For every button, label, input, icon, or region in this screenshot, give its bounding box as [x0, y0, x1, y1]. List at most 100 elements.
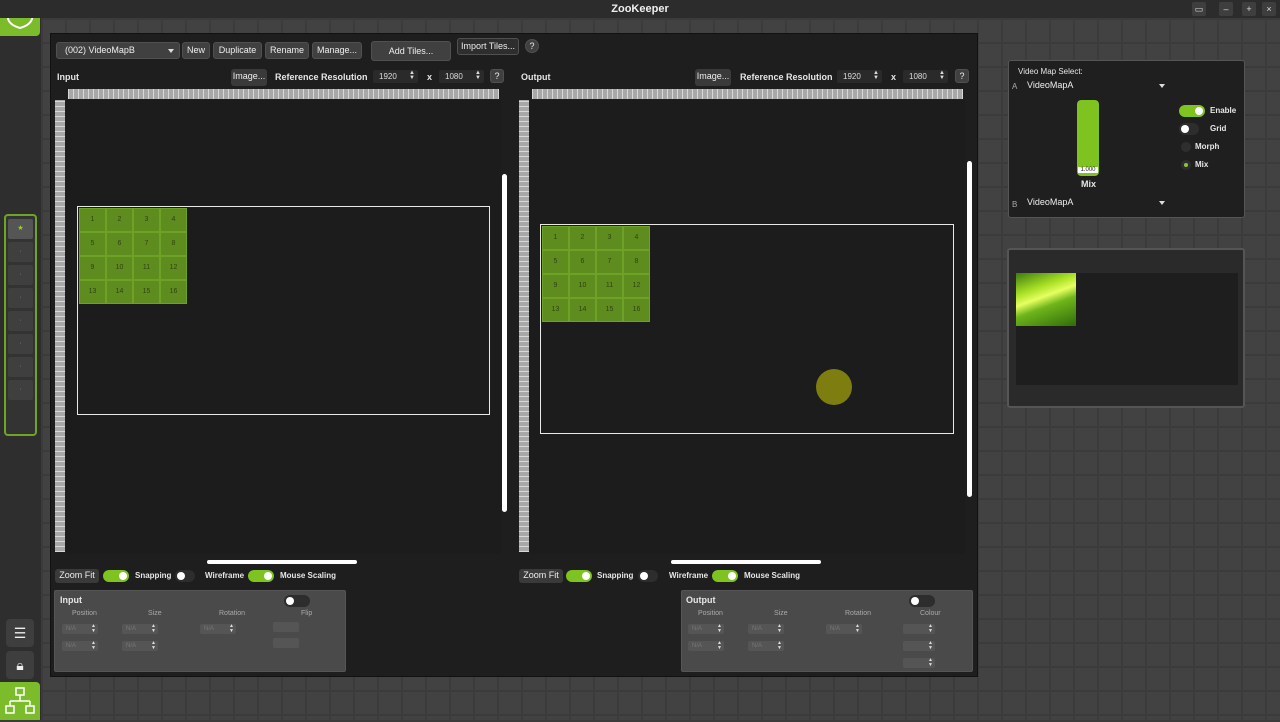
output-tile[interactable]: 16: [623, 298, 650, 322]
output-size-h-field[interactable]: N/A ▲ ▼: [748, 641, 784, 651]
manage-button[interactable]: Manage...: [312, 42, 362, 59]
output-pos-y-field[interactable]: N/A ▲ ▼: [688, 641, 724, 651]
input-height-field[interactable]: 1080 ▲ ▼: [439, 70, 484, 83]
map-select-dropdown[interactable]: (002) VideoMapB: [56, 42, 180, 59]
output-v-scrollbar[interactable]: [967, 161, 972, 497]
list-icon[interactable]: ☰: [6, 619, 34, 647]
input-image-button[interactable]: Image...: [231, 69, 267, 86]
output-pos-x-field[interactable]: N/A ▲ ▼: [688, 624, 724, 634]
maximize-icon[interactable]: +: [1242, 2, 1256, 16]
output-tile[interactable]: 14: [569, 298, 596, 322]
input-tile[interactable]: 7: [133, 232, 160, 256]
output-size-w-field[interactable]: N/A ▲ ▼: [748, 624, 784, 634]
output-tile-grid[interactable]: 1 2 3 4 5 6 7 8 9 10 11 12 13 14 15 16: [542, 226, 650, 322]
output-tile[interactable]: 12: [623, 274, 650, 298]
slot-item[interactable]: ·: [8, 380, 33, 400]
input-width-field[interactable]: 1920 ▲ ▼: [373, 70, 418, 83]
slot-item[interactable]: ·: [8, 357, 33, 377]
input-tile[interactable]: 11: [133, 256, 160, 280]
screen-icon[interactable]: ▭: [1192, 2, 1206, 16]
output-tile[interactable]: 3: [596, 226, 623, 250]
input-canvas-view[interactable]: 1 2 3 4 5 6 7 8 9 10 11 12 13 14 15 16: [66, 100, 501, 554]
input-zoom-fit-button[interactable]: Zoom Fit: [55, 569, 99, 583]
add-tiles-button[interactable]: Add Tiles...: [371, 41, 451, 61]
input-tile[interactable]: 9: [79, 256, 106, 280]
rename-button[interactable]: Rename: [265, 42, 309, 59]
output-tile[interactable]: 13: [542, 298, 569, 322]
output-colour-b-field[interactable]: ▲ ▼: [903, 658, 935, 668]
input-flip-v-toggle[interactable]: [273, 638, 299, 648]
input-size-h-field[interactable]: N/A ▲ ▼: [122, 641, 158, 651]
input-tile[interactable]: 14: [106, 280, 133, 304]
output-zoom-fit-button[interactable]: Zoom Fit: [519, 569, 563, 583]
input-tile[interactable]: 15: [133, 280, 160, 304]
import-tiles-button[interactable]: Import Tiles...: [457, 38, 519, 55]
input-snapping-toggle[interactable]: [103, 570, 129, 582]
input-flip-h-toggle[interactable]: [273, 622, 299, 632]
input-tile[interactable]: 2: [106, 208, 133, 232]
output-rotation-field[interactable]: N/A ▲ ▼: [826, 624, 862, 634]
input-wireframe-toggle[interactable]: [175, 570, 195, 582]
slot-star-icon[interactable]: ★: [8, 219, 33, 239]
output-tile[interactable]: 15: [596, 298, 623, 322]
output-help-icon[interactable]: ?: [955, 69, 969, 83]
input-tile[interactable]: 6: [106, 232, 133, 256]
output-snapping-toggle[interactable]: [566, 570, 592, 582]
minimize-icon[interactable]: –: [1219, 2, 1233, 16]
mix-fader[interactable]: [1077, 100, 1099, 176]
output-mouse-scaling-toggle[interactable]: [712, 570, 738, 582]
duplicate-button[interactable]: Duplicate: [213, 42, 262, 59]
morph-radio[interactable]: [1181, 142, 1191, 152]
output-tile[interactable]: 4: [623, 226, 650, 250]
output-colour-r-field[interactable]: ▲ ▼: [903, 624, 935, 634]
slot-item[interactable]: ·: [8, 265, 33, 285]
output-height-field[interactable]: 1080 ▲ ▼: [903, 70, 948, 83]
output-tile[interactable]: 11: [596, 274, 623, 298]
input-tile[interactable]: 3: [133, 208, 160, 232]
help-icon[interactable]: ?: [525, 39, 539, 53]
enable-toggle[interactable]: [1179, 105, 1205, 117]
output-h-scrollbar[interactable]: [671, 560, 821, 564]
output-tile[interactable]: 5: [542, 250, 569, 274]
new-button[interactable]: New: [182, 42, 210, 59]
grid-toggle[interactable]: [1179, 123, 1199, 135]
input-tile[interactable]: 5: [79, 232, 106, 256]
lock-icon[interactable]: 🔒︎: [6, 651, 34, 679]
input-tile[interactable]: 1: [79, 208, 106, 232]
output-wireframe-toggle[interactable]: [638, 570, 658, 582]
output-tile[interactable]: 6: [569, 250, 596, 274]
network-icon[interactable]: [0, 682, 40, 720]
input-tile[interactable]: 8: [160, 232, 187, 256]
input-panel-toggle[interactable]: [284, 595, 310, 607]
output-tile[interactable]: 8: [623, 250, 650, 274]
input-tile[interactable]: 12: [160, 256, 187, 280]
slot-item[interactable]: ·: [8, 242, 33, 262]
output-tile[interactable]: 7: [596, 250, 623, 274]
input-v-scrollbar[interactable]: [502, 174, 507, 512]
output-tile[interactable]: 1: [542, 226, 569, 250]
input-tile-grid[interactable]: 1 2 3 4 5 6 7 8 9 10 11 12 13 14 15 16: [79, 208, 187, 304]
output-tile[interactable]: 10: [569, 274, 596, 298]
input-size-w-field[interactable]: N/A ▲ ▼: [122, 624, 158, 634]
output-image-button[interactable]: Image...: [695, 69, 731, 86]
map-a-dropdown[interactable]: VideoMapA: [1019, 79, 1170, 94]
input-tile[interactable]: 13: [79, 280, 106, 304]
output-colour-g-field[interactable]: ▲ ▼: [903, 641, 935, 651]
input-h-scrollbar[interactable]: [207, 560, 357, 564]
input-tile[interactable]: 10: [106, 256, 133, 280]
output-panel-toggle[interactable]: [909, 595, 935, 607]
input-mouse-scaling-toggle[interactable]: [248, 570, 274, 582]
input-help-icon[interactable]: ?: [490, 69, 504, 83]
input-pos-x-field[interactable]: N/A ▲ ▼: [62, 624, 98, 634]
output-tile[interactable]: 9: [542, 274, 569, 298]
close-icon[interactable]: ×: [1262, 2, 1276, 16]
input-tile[interactable]: 4: [160, 208, 187, 232]
slot-item[interactable]: ·: [8, 311, 33, 331]
input-rotation-field[interactable]: N/A ▲ ▼: [200, 624, 236, 634]
input-tile[interactable]: 16: [160, 280, 187, 304]
output-tile[interactable]: 2: [569, 226, 596, 250]
input-pos-y-field[interactable]: N/A ▲ ▼: [62, 641, 98, 651]
slot-item[interactable]: ·: [8, 334, 33, 354]
slot-item[interactable]: ·: [8, 288, 33, 308]
output-width-field[interactable]: 1920 ▲ ▼: [837, 70, 882, 83]
